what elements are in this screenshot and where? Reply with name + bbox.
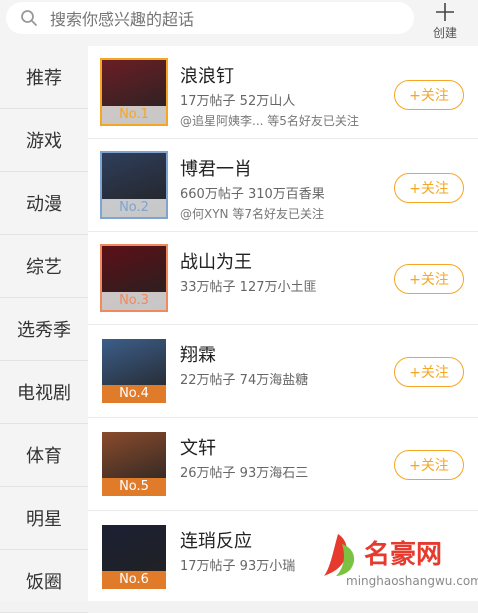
sidebar-item-recommend[interactable]: 推荐 bbox=[0, 46, 88, 109]
topic-stats: 26万帖子 93万海石三 bbox=[180, 466, 309, 481]
rank-badge: No.6 bbox=[102, 571, 166, 589]
sidebar-item-label: 动漫 bbox=[26, 194, 62, 215]
topic-stats: 17万帖子 52万山人 bbox=[180, 94, 296, 109]
topic-stats: 22万帖子 74万海盐糖 bbox=[180, 373, 309, 388]
follow-button[interactable]: +关注 bbox=[394, 173, 464, 203]
follow-button[interactable]: +关注 bbox=[394, 264, 464, 294]
rank-badge: No.1 bbox=[102, 106, 166, 124]
sidebar-item-label: 电视剧 bbox=[17, 383, 71, 404]
search-icon bbox=[21, 10, 37, 26]
top-bar: 创建 bbox=[0, 0, 478, 46]
sidebar-item-label: 综艺 bbox=[26, 257, 62, 278]
list-item[interactable]: No.1 浪浪钉 17万帖子 52万山人 @追星阿姨李... 等5名好友已关注 … bbox=[88, 46, 478, 139]
sidebar-item-talent-show[interactable]: 选秀季 bbox=[0, 298, 88, 361]
rank-badge: No.3 bbox=[102, 292, 166, 310]
sidebar-item-sports[interactable]: 体育 bbox=[0, 424, 88, 487]
rank-badge: No.4 bbox=[102, 385, 166, 403]
topic-stats: 33万帖子 127万小土匪 bbox=[180, 280, 317, 295]
topic-name: 翔霖 bbox=[180, 345, 216, 366]
topic-stats: 660万帖子 310万百香果 bbox=[180, 187, 325, 202]
create-label: 创建 bbox=[432, 26, 457, 40]
sidebar-item-label: 明星 bbox=[26, 509, 62, 530]
category-sidebar: 推荐 游戏 动漫 综艺 选秀季 电视剧 体育 明星 饭圈 bbox=[0, 46, 88, 613]
topic-name: 浪浪钉 bbox=[180, 66, 234, 87]
sidebar-item-anime[interactable]: 动漫 bbox=[0, 172, 88, 235]
sidebar-item-tv-drama[interactable]: 电视剧 bbox=[0, 361, 88, 424]
search-bar[interactable] bbox=[6, 2, 414, 34]
follow-button[interactable]: +关注 bbox=[394, 80, 464, 110]
watermark: 名豪网 minghaoshangwu.com bbox=[320, 526, 478, 596]
topic-name: 博君一肖 bbox=[180, 159, 252, 180]
topic-stats: 17万帖子 93万小瑞 bbox=[180, 559, 296, 574]
friends-followed: @何XYN 等7名好友已关注 bbox=[180, 207, 324, 221]
list-item[interactable]: No.4 翔霖 22万帖子 74万海盐糖 +关注 bbox=[88, 325, 478, 418]
plus-icon bbox=[436, 3, 454, 21]
follow-button[interactable]: +关注 bbox=[394, 357, 464, 387]
topic-thumbnail: No.3 bbox=[102, 246, 166, 310]
follow-button[interactable]: +关注 bbox=[394, 450, 464, 480]
topic-thumbnail: No.4 bbox=[102, 339, 166, 403]
sidebar-item-variety[interactable]: 综艺 bbox=[0, 235, 88, 298]
friends-followed: @追星阿姨李... 等5名好友已关注 bbox=[180, 114, 359, 128]
topic-name: 战山为王 bbox=[180, 252, 252, 273]
sidebar-item-games[interactable]: 游戏 bbox=[0, 109, 88, 172]
topic-name: 文轩 bbox=[180, 438, 216, 459]
rank-badge: No.2 bbox=[102, 199, 166, 217]
sidebar-item-label: 饭圈 bbox=[26, 572, 62, 593]
sidebar-item-label: 体育 bbox=[26, 446, 62, 467]
topic-name: 连琑反应 bbox=[180, 531, 252, 552]
sidebar-item-label: 选秀季 bbox=[17, 320, 71, 341]
topic-thumbnail: No.6 bbox=[102, 525, 166, 589]
sidebar-item-fandom[interactable]: 饭圈 bbox=[0, 550, 88, 613]
watermark-text: 名豪网 bbox=[364, 540, 443, 570]
topic-thumbnail: No.1 bbox=[102, 60, 166, 124]
watermark-logo-icon bbox=[324, 534, 355, 576]
create-button[interactable]: 创建 bbox=[424, 2, 466, 42]
rank-badge: No.5 bbox=[102, 478, 166, 496]
list-item[interactable]: No.3 战山为王 33万帖子 127万小土匪 +关注 bbox=[88, 232, 478, 325]
topic-thumbnail: No.5 bbox=[102, 432, 166, 496]
watermark-url: minghaoshangwu.com bbox=[346, 574, 478, 588]
list-item[interactable]: No.2 博君一肖 660万帖子 310万百香果 @何XYN 等7名好友已关注 … bbox=[88, 139, 478, 232]
list-item[interactable]: No.5 文轩 26万帖子 93万海石三 +关注 bbox=[88, 418, 478, 511]
search-input[interactable] bbox=[48, 7, 392, 31]
sidebar-item-label: 游戏 bbox=[26, 131, 62, 152]
sidebar-item-stars[interactable]: 明星 bbox=[0, 487, 88, 550]
topic-thumbnail: No.2 bbox=[102, 153, 166, 217]
sidebar-item-label: 推荐 bbox=[26, 68, 62, 89]
topic-list: No.1 浪浪钉 17万帖子 52万山人 @追星阿姨李... 等5名好友已关注 … bbox=[88, 46, 478, 601]
